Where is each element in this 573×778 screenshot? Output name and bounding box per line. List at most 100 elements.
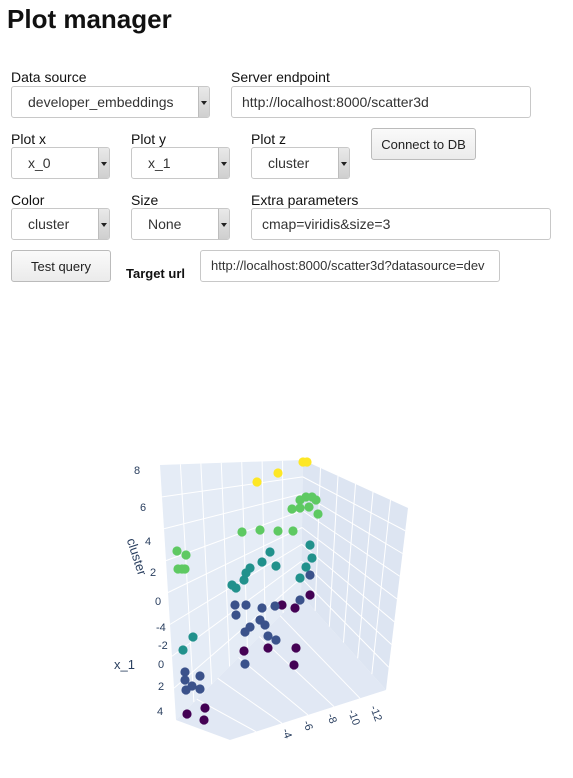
tick-label: -4: [156, 622, 166, 634]
data-source-value: developer_embeddings: [28, 94, 174, 110]
test-query-button[interactable]: Test query: [11, 250, 111, 282]
scatter-point: [305, 570, 315, 580]
extra-parameters-input[interactable]: cmap=viridis&size=3: [251, 208, 551, 240]
size-label: Size: [131, 192, 159, 208]
plot-y-label: Plot y: [131, 131, 167, 147]
plot-x-value: x_0: [28, 155, 51, 171]
page-title: Plot manager: [7, 4, 172, 34]
scatter-point: [237, 527, 247, 537]
scatter-point: [263, 631, 273, 641]
scatter-point: [270, 601, 280, 611]
scatter-point: [302, 457, 312, 467]
y-tick-labels: -4 -2 0 2 4: [156, 622, 168, 718]
scatter-point: [199, 715, 209, 725]
y-axis-title: x_1: [114, 657, 135, 672]
color-label: Color: [11, 192, 45, 208]
chevron-down-icon: [98, 148, 109, 178]
scatter-point: [240, 659, 250, 669]
tick-label: 2: [158, 681, 164, 693]
tick-label: -6: [300, 719, 315, 732]
tick-label: 0: [158, 659, 164, 671]
size-value: None: [148, 216, 182, 232]
scatter-point: [265, 547, 275, 557]
chevron-down-icon: [218, 209, 229, 239]
scatter-point: [305, 590, 315, 600]
tick-label: -2: [158, 640, 168, 652]
scatter-point: [273, 526, 283, 536]
scatter-point: [231, 610, 241, 620]
scatter-point: [240, 627, 250, 637]
scatter-point: [290, 603, 300, 613]
scatter-point: [172, 546, 182, 556]
scatter-point: [307, 553, 317, 563]
scatter-point: [311, 495, 321, 505]
scatter-point: [195, 671, 205, 681]
chevron-down-icon: [338, 148, 349, 178]
scatter-point: [227, 580, 237, 590]
scatter-point: [188, 632, 198, 642]
scatter-point: [241, 600, 251, 610]
size-select[interactable]: None: [131, 208, 230, 240]
tick-label: 4: [157, 706, 163, 718]
scatter-point: [195, 684, 205, 694]
tick-label: 0: [155, 596, 161, 608]
plot-z-select[interactable]: cluster: [251, 147, 350, 179]
color-value: cluster: [28, 216, 70, 232]
scatter-point: [287, 504, 297, 514]
scatter-point: [273, 468, 283, 478]
tick-label: -12: [367, 704, 384, 723]
scatter-point: [313, 509, 323, 519]
scatter-point: [252, 477, 262, 487]
data-source-select[interactable]: developer_embeddings: [11, 86, 210, 118]
plot-x-select[interactable]: x_0: [11, 147, 110, 179]
tick-label: -10: [345, 708, 362, 727]
scatter-point: [295, 503, 305, 513]
chevron-down-icon: [98, 209, 109, 239]
scatter-point: [180, 667, 190, 677]
scatter-point: [181, 550, 191, 560]
scatter-point: [260, 620, 270, 630]
scatter-point: [177, 564, 187, 574]
plot-y-select[interactable]: x_1: [131, 147, 230, 179]
server-endpoint-label: Server endpoint: [231, 69, 330, 85]
scatter-point: [200, 703, 210, 713]
data-source-label: Data source: [11, 69, 87, 85]
scatter-point: [271, 635, 281, 645]
plot-z-label: Plot z: [251, 131, 287, 147]
scatter-point: [230, 600, 240, 610]
extra-parameters-label: Extra parameters: [251, 192, 359, 208]
plot-x-label: Plot x: [11, 131, 47, 147]
target-url-input[interactable]: http://localhost:8000/scatter3d?datasour…: [200, 250, 500, 282]
scatter-point: [271, 561, 281, 571]
color-select[interactable]: cluster: [11, 208, 110, 240]
scatter-point: [305, 540, 315, 550]
tick-label: 8: [134, 465, 140, 477]
tick-label: -4: [279, 727, 294, 740]
scatter-point: [295, 595, 305, 605]
scatter-point: [180, 675, 190, 685]
scatter-point: [257, 603, 267, 613]
chevron-down-icon: [218, 148, 229, 178]
tick-label: -8: [324, 712, 339, 725]
scatter-point: [257, 557, 267, 567]
scatter-point: [181, 685, 191, 695]
scatter-point: [239, 646, 249, 656]
scatter-point: [245, 563, 255, 573]
connect-db-button[interactable]: Connect to DB: [371, 128, 476, 160]
scatter-point: [291, 643, 301, 653]
tick-label: 4: [145, 536, 151, 548]
target-url-label: Target url: [126, 266, 185, 281]
scatter-point: [182, 709, 192, 719]
scatter-point: [288, 526, 298, 536]
plot-y-value: x_1: [148, 155, 171, 171]
scatter-point: [178, 645, 188, 655]
tick-label: 6: [140, 502, 146, 514]
plot-z-value: cluster: [268, 155, 310, 171]
server-endpoint-input[interactable]: http://localhost:8000/scatter3d: [231, 86, 531, 118]
scatter-point: [263, 643, 273, 653]
scatter-point: [255, 525, 265, 535]
tick-label: 2: [150, 567, 156, 579]
chevron-down-icon: [198, 87, 209, 117]
scatter3d-plot[interactable]: cluster x_1 86420 -4-2024 -4-6-8 -10 -12: [0, 440, 573, 778]
scatter-point: [289, 660, 299, 670]
